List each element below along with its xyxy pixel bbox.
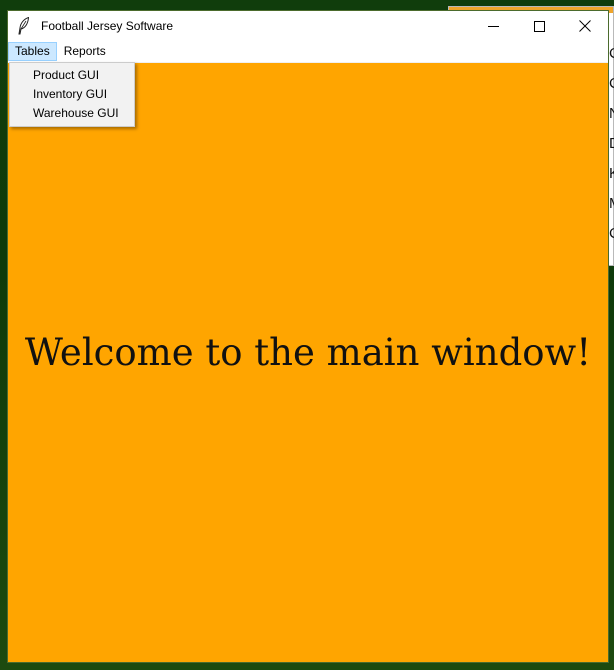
background-letter: C [609,43,614,73]
close-icon [579,20,591,32]
background-letter: C [609,223,614,253]
title-bar[interactable]: Football Jersey Software [8,11,608,41]
menu-tables[interactable]: Tables [8,42,57,61]
menubar: Tables Reports [8,41,608,63]
maximize-icon [533,20,545,32]
background-letter: D [609,133,614,163]
minimize-button[interactable] [470,11,516,41]
background-letter: K [609,163,614,193]
close-button[interactable] [562,11,608,41]
minimize-icon [487,25,499,27]
main-window: Football Jersey Software Tables Reports … [8,11,608,662]
background-letter: M [609,193,614,223]
maximize-button[interactable] [516,11,562,41]
feather-icon [17,17,31,35]
tables-dropdown-menu: Product GUI Inventory GUI Warehouse GUI [9,62,135,127]
background-letter: C [609,73,614,103]
menu-reports[interactable]: Reports [57,42,113,61]
window-controls [470,11,608,41]
background-window-list: C C N D K M C [609,43,614,253]
welcome-message: Welcome to the main window! [24,331,592,374]
menu-item-product-gui[interactable]: Product GUI [10,66,134,85]
background-letter: N [609,103,614,133]
menu-item-warehouse-gui[interactable]: Warehouse GUI [10,104,134,123]
menu-item-inventory-gui[interactable]: Inventory GUI [10,85,134,104]
window-title: Football Jersey Software [41,19,174,33]
